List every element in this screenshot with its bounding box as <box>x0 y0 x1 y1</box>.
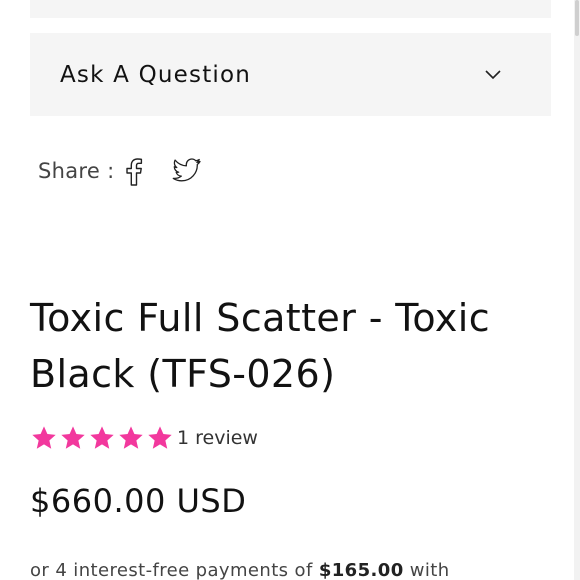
product-rating[interactable]: 1 review <box>30 424 258 452</box>
chevron-down-icon <box>485 69 501 79</box>
page-scrollbar[interactable] <box>574 0 580 580</box>
share-label: Share : <box>38 159 115 183</box>
product-price: $660.00 USD <box>30 482 247 520</box>
scrollbar-thumb[interactable] <box>575 0 579 36</box>
twitter-icon[interactable] <box>172 158 202 184</box>
installment-prefix: or 4 interest-free payments of <box>30 560 319 580</box>
installment-suffix: with <box>403 560 450 580</box>
accordion-title: Ask A Question <box>60 61 252 88</box>
facebook-icon[interactable] <box>124 156 144 186</box>
star-icon <box>90 426 114 449</box>
ask-question-accordion[interactable]: Ask A Question <box>30 33 551 116</box>
star-icon <box>148 426 172 449</box>
review-count-link[interactable]: 1 review <box>177 427 258 449</box>
share-bar: Share : <box>38 156 202 186</box>
installment-info: or 4 interest-free payments of $165.00 w… <box>30 560 450 580</box>
previous-accordion-panel[interactable] <box>30 0 551 18</box>
installment-amount: $165.00 <box>318 560 404 580</box>
star-rating <box>30 424 175 452</box>
product-title: Toxic Full Scatter - Toxic Black (TFS-02… <box>30 296 491 396</box>
star-icon <box>61 426 85 449</box>
star-icon <box>119 426 143 449</box>
star-icon <box>32 426 56 449</box>
